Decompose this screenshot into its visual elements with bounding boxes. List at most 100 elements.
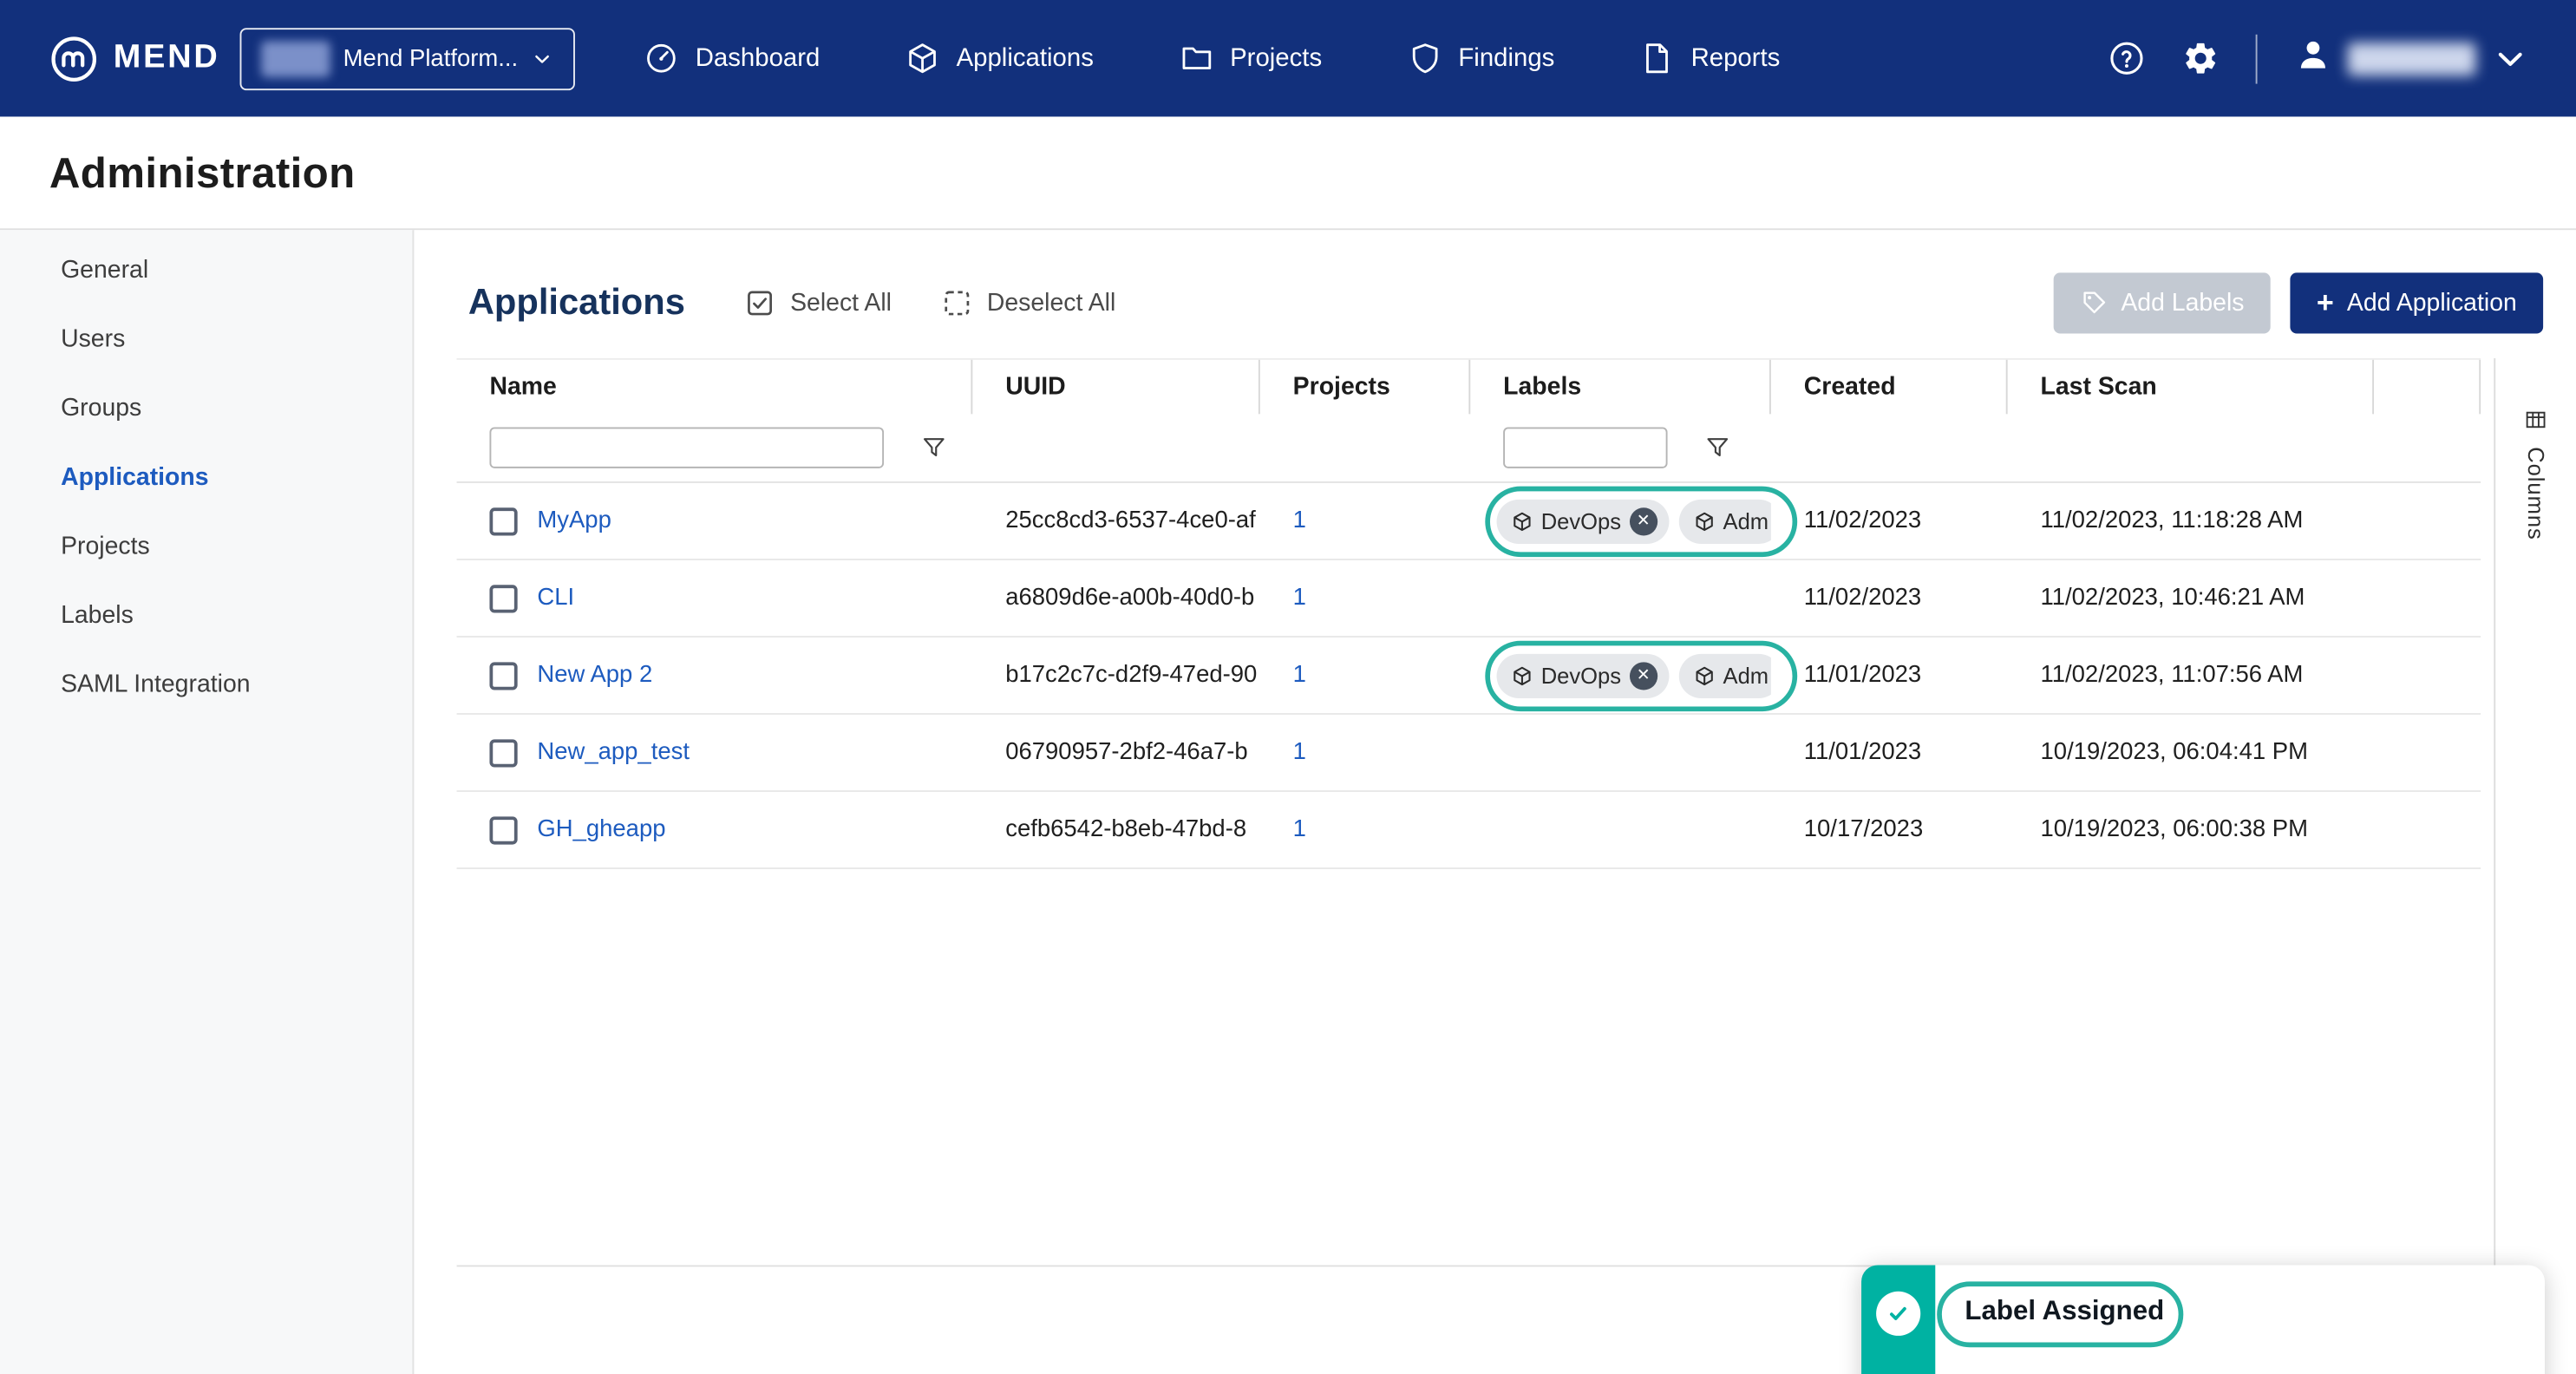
columns-panel-toggle[interactable]: Columns bbox=[2494, 358, 2576, 1374]
column-header-last-scan[interactable]: Last Scan bbox=[2008, 360, 2374, 415]
sidebar-item-users[interactable]: Users bbox=[0, 304, 412, 373]
nav-item-label: Applications bbox=[957, 43, 1094, 73]
application-name-link[interactable]: GH_gheapp bbox=[537, 816, 665, 842]
applications-icon bbox=[906, 41, 940, 75]
row-actions-cell bbox=[2374, 638, 2481, 713]
applications-table: NameUUIDProjectsLabelsCreatedLast Scan bbox=[457, 358, 2481, 869]
last-scan-cell: 11/02/2023, 11:18:28 AM bbox=[2008, 483, 2374, 559]
sidebar-item-general[interactable]: General bbox=[0, 235, 412, 304]
column-header-projects[interactable]: Projects bbox=[1260, 360, 1470, 415]
column-header-actions[interactable] bbox=[2374, 360, 2481, 415]
remove-label-icon[interactable]: ✕ bbox=[1630, 661, 1657, 689]
name-cell: CLI bbox=[457, 560, 973, 636]
dashboard-icon bbox=[644, 41, 679, 75]
name-cell: New_app_test bbox=[457, 715, 973, 790]
columns-label: Columns bbox=[2523, 447, 2547, 540]
sidebar-item-saml-integration[interactable]: SAML Integration bbox=[0, 649, 412, 718]
uuid-cell: 25cc8cd3-6537-4ce0-af bbox=[972, 483, 1259, 559]
uuid-cell: a6809d6e-a00b-40d0-b bbox=[972, 560, 1259, 636]
add-labels-button[interactable]: Add Labels bbox=[2054, 272, 2271, 332]
name-filter-input[interactable] bbox=[489, 427, 884, 468]
created-cell: 11/01/2023 bbox=[1771, 715, 2008, 790]
add-application-label: Add Application bbox=[2347, 288, 2517, 316]
table-body: MyApp25cc8cd3-6537-4ce0-af1DevOps✕Adm11/… bbox=[457, 483, 2481, 869]
applications-toolbar: Applications Select All Deselect All bbox=[468, 272, 2543, 334]
columns-grid-icon bbox=[2523, 408, 2547, 432]
application-name-link[interactable]: New App 2 bbox=[537, 662, 652, 688]
projects-count-link[interactable]: 1 bbox=[1293, 739, 1306, 765]
reports-icon bbox=[1640, 41, 1675, 75]
label-chip[interactable]: Adm bbox=[1678, 653, 1770, 697]
labels-cell: DevOps✕ Adm bbox=[1470, 638, 1771, 713]
mend-logo[interactable]: MEND bbox=[49, 34, 220, 83]
application-name-link[interactable]: CLI bbox=[537, 585, 574, 611]
application-name-link[interactable]: MyApp bbox=[537, 507, 611, 533]
nav-item-findings[interactable]: Findings bbox=[1364, 0, 1597, 116]
projects-count-link[interactable]: 1 bbox=[1293, 662, 1306, 688]
help-icon[interactable] bbox=[2108, 39, 2146, 77]
sidebar-item-applications[interactable]: Applications bbox=[0, 442, 412, 512]
row-actions-cell bbox=[2374, 715, 2481, 790]
name-filter-cell bbox=[457, 414, 973, 481]
select-all-checkbox-icon bbox=[744, 287, 775, 318]
labels-filter-input[interactable] bbox=[1503, 427, 1667, 468]
last-scan-cell: 10/19/2023, 06:00:38 PM bbox=[2008, 792, 2374, 867]
name-cell: MyApp bbox=[457, 483, 973, 559]
projects-count-link[interactable]: 1 bbox=[1293, 585, 1306, 611]
toast-notification: Label Assigned bbox=[1861, 1265, 2545, 1374]
remove-label-icon[interactable]: ✕ bbox=[1630, 507, 1657, 534]
toast-message: Label Assigned bbox=[1965, 1296, 2164, 1325]
projects-icon bbox=[1179, 41, 1213, 75]
label-chip[interactable]: DevOps✕ bbox=[1497, 499, 1669, 543]
deselect-all-button[interactable]: Deselect All bbox=[941, 287, 1115, 318]
column-header-uuid[interactable]: UUID bbox=[972, 360, 1259, 415]
redacted-username bbox=[2348, 42, 2476, 75]
sidebar-item-groups[interactable]: Groups bbox=[0, 373, 412, 442]
application-name-link[interactable]: New_app_test bbox=[537, 739, 690, 765]
uuid-cell: b17c2c7c-d2f9-47ed-90 bbox=[972, 638, 1259, 713]
table-filter-row bbox=[457, 414, 2481, 483]
org-selector-dropdown[interactable]: Mend Platform... bbox=[239, 27, 575, 89]
label-chip[interactable]: Adm bbox=[1678, 499, 1770, 543]
table-row: CLIa6809d6e-a00b-40d0-b111/02/202311/02/… bbox=[457, 560, 2481, 638]
sidebar-item-projects[interactable]: Projects bbox=[0, 511, 412, 580]
label-chip-text: Adm bbox=[1723, 663, 1769, 687]
labels-filter-funnel-icon[interactable] bbox=[1703, 434, 1731, 461]
row-checkbox[interactable] bbox=[489, 815, 517, 843]
table-row: New App 2 b17c2c7c-d2f9-47ed-90 1 DevOps✕ Ad… bbox=[457, 638, 2481, 715]
admin-sidebar: GeneralUsersGroupsApplicationsProjectsLa… bbox=[0, 230, 414, 1374]
row-checkbox[interactable] bbox=[489, 507, 517, 534]
projects-count-link[interactable]: 1 bbox=[1293, 507, 1306, 533]
label-chip[interactable]: DevOps✕ bbox=[1497, 653, 1669, 697]
nav-item-applications[interactable]: Applications bbox=[863, 0, 1137, 116]
column-header-created[interactable]: Created bbox=[1771, 360, 2008, 415]
row-checkbox[interactable] bbox=[489, 738, 517, 766]
created-cell: 11/02/2023 bbox=[1771, 560, 2008, 636]
nav-item-reports[interactable]: Reports bbox=[1598, 0, 1823, 116]
select-all-button[interactable]: Select All bbox=[744, 287, 892, 318]
projects-cell: 1 bbox=[1260, 792, 1470, 867]
column-header-labels[interactable]: Labels bbox=[1470, 360, 1771, 415]
gear-icon[interactable] bbox=[2181, 39, 2220, 77]
name-filter-funnel-icon[interactable] bbox=[920, 434, 948, 461]
uuid-cell: 06790957-2bf2-46a7-b bbox=[972, 715, 1259, 790]
deselect-all-label: Deselect All bbox=[987, 288, 1115, 316]
row-checkbox[interactable] bbox=[489, 661, 517, 689]
label-cube-icon bbox=[1693, 510, 1715, 532]
add-application-button[interactable]: + Add Application bbox=[2291, 272, 2544, 332]
column-header-name[interactable]: Name bbox=[457, 360, 973, 415]
chevron-down-icon bbox=[531, 47, 554, 70]
name-cell: New App 2 bbox=[457, 638, 973, 713]
projects-cell: 1 bbox=[1260, 715, 1470, 790]
nav-item-dashboard[interactable]: Dashboard bbox=[602, 0, 863, 116]
sidebar-item-labels[interactable]: Labels bbox=[0, 580, 412, 650]
user-menu[interactable] bbox=[2293, 35, 2530, 82]
row-checkbox[interactable] bbox=[489, 584, 517, 612]
nav-item-label: Findings bbox=[1458, 43, 1554, 73]
filter-cell-empty bbox=[1771, 414, 2008, 481]
redacted-org-name bbox=[261, 40, 330, 76]
nav-item-label: Reports bbox=[1691, 43, 1781, 73]
projects-count-link[interactable]: 1 bbox=[1293, 816, 1306, 842]
labels-cell bbox=[1470, 792, 1771, 867]
nav-item-projects[interactable]: Projects bbox=[1136, 0, 1364, 116]
